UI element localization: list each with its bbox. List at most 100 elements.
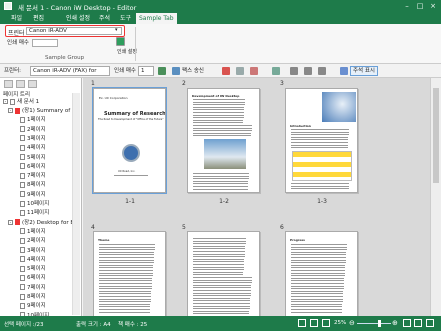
tree-page-item[interactable]: 5페이지 [20,154,46,163]
delete-icon[interactable] [250,67,258,75]
tab-edit[interactable]: 편집 [30,13,47,24]
minimize-button[interactable]: – [401,1,413,11]
text-line [291,144,348,146]
text-line [193,104,245,106]
print-icon[interactable] [158,67,166,75]
page-thumbnail[interactable]: Development of IW Desktop [187,88,260,193]
view-mode-icon[interactable] [298,319,306,327]
tree-page-item[interactable]: 7페이지 [20,172,46,181]
text-line [193,305,250,307]
tree-page-item[interactable]: 4페이지 [20,144,46,153]
tree-page-item[interactable]: 10페이지 [20,200,49,209]
tree-page-item[interactable]: 8페이지 [20,181,46,190]
tree-page-item[interactable]: 11페이지 [20,209,49,218]
view-mode-icon[interactable] [310,319,318,327]
undo-icon[interactable] [272,67,280,75]
tree-page-item[interactable]: 9페이지 [20,302,46,311]
print-icon[interactable] [116,37,125,46]
page-icon[interactable] [236,67,244,75]
paste-icon[interactable] [318,67,326,75]
view-mode-icon[interactable] [322,319,330,327]
zoom-slider[interactable] [357,323,391,324]
app-icon [4,2,12,10]
fit-page-icon[interactable] [403,319,411,327]
text-line [291,293,344,295]
zoom-slider-knob[interactable] [378,320,381,327]
page-view-scrollbar[interactable] [430,78,441,316]
copies-input[interactable] [32,38,58,47]
collapse-icon[interactable]: - [8,219,13,225]
tree-page-item[interactable]: 6페이지 [20,274,46,283]
tree-page-item[interactable]: 3페이지 [20,135,46,144]
zoom-in-icon[interactable]: ⊕ [392,319,398,327]
tree-group[interactable]: - (장1) Summary of R [8,107,76,116]
search-tab[interactable] [28,80,37,88]
text-line [99,249,155,251]
scrollbar-thumb[interactable] [433,88,439,183]
page-thumbnail[interactable]: Progress [285,231,358,316]
printer-select[interactable]: Canon iR-ADV [26,27,122,35]
text-line [99,254,155,256]
copies-toolbar-input[interactable]: 1 [138,66,154,76]
page-thumbnail[interactable] [187,231,260,316]
page-icon [20,247,25,253]
text-line [193,180,249,182]
copy-icon[interactable] [304,67,312,75]
tree-page-item[interactable]: 8페이지 [20,293,46,302]
tab-annotation[interactable]: 주석 [96,13,113,24]
bookmark-icon[interactable] [222,67,230,75]
tree-page-item[interactable]: 9페이지 [20,191,46,200]
maximize-button[interactable]: □ [414,1,426,11]
copies-label: 인쇄 매수 [7,40,29,46]
tree-page-item[interactable]: 7페이지 [20,284,46,293]
page-thumbnail[interactable]: Ex. UX Corporation Summary of Research T… [92,87,167,194]
tree-page-item[interactable]: 3페이지 [20,247,46,256]
text-line [291,147,348,149]
text-line [193,109,245,111]
fax-icon[interactable] [172,67,180,75]
tab-tools[interactable]: 도구 [117,13,134,24]
close-button[interactable]: × [427,1,439,11]
full-screen-icon[interactable] [426,319,434,327]
tab-print-settings[interactable]: 인쇄 설정 [63,13,93,24]
text-line [99,277,153,279]
tree-page-item[interactable]: 6페이지 [20,163,46,172]
column-number: 2 [182,80,186,87]
sidebar-scrollbar[interactable] [72,93,80,315]
page-tree-tab[interactable] [4,80,13,88]
text-line [291,301,343,303]
chevron-down-icon[interactable]: ▾ [115,27,118,33]
fax-send-label[interactable]: 팩스 송신 [182,66,204,76]
page-icon [20,200,25,207]
copies-toolbar-label: 인쇄 매수 [114,68,136,74]
tree-page-item[interactable]: 4페이지 [20,256,46,265]
collapse-icon[interactable]: - [3,99,8,104]
chapter-icon [15,219,20,226]
text-line [99,270,153,271]
printer-toolbar-select[interactable]: Canon iR-ADV (FAX) for [30,66,110,76]
cut-icon[interactable] [290,67,298,75]
fit-width-icon[interactable] [414,319,422,327]
tree-page-item[interactable]: 1페이지 [20,228,46,237]
tree-page-item[interactable]: 2페이지 [20,237,46,246]
tab-sample[interactable]: Sample Tab [136,13,177,24]
zoom-out-icon[interactable]: ⊖ [349,319,355,327]
tree-page-item[interactable]: 5페이지 [20,265,46,274]
page-icon [20,116,25,123]
annotation-icon[interactable] [340,67,348,75]
tree-root[interactable]: -새 문서 1 [3,98,39,107]
page-thumbnail[interactable]: Theme [93,231,166,316]
print-settings-label[interactable]: 인쇄 설정 [117,48,137,55]
tree-page-item[interactable]: 1페이지 [20,116,46,125]
tab-file[interactable]: 파일 [8,13,25,24]
tree-page-item[interactable]: 2페이지 [20,126,46,135]
thumbnail-tab[interactable] [16,80,25,88]
collapse-icon[interactable]: - [8,108,13,113]
page-footer-text: UX Road, Inc. [118,170,136,173]
text-line [291,298,343,300]
tree-group[interactable]: - (장2) Desktop for Be [8,219,78,228]
annotation-toggle[interactable]: 주석 표시 [350,66,378,76]
page-thumbnail[interactable]: Introduction [285,88,358,193]
text-line [193,258,245,260]
text-line [291,277,345,279]
